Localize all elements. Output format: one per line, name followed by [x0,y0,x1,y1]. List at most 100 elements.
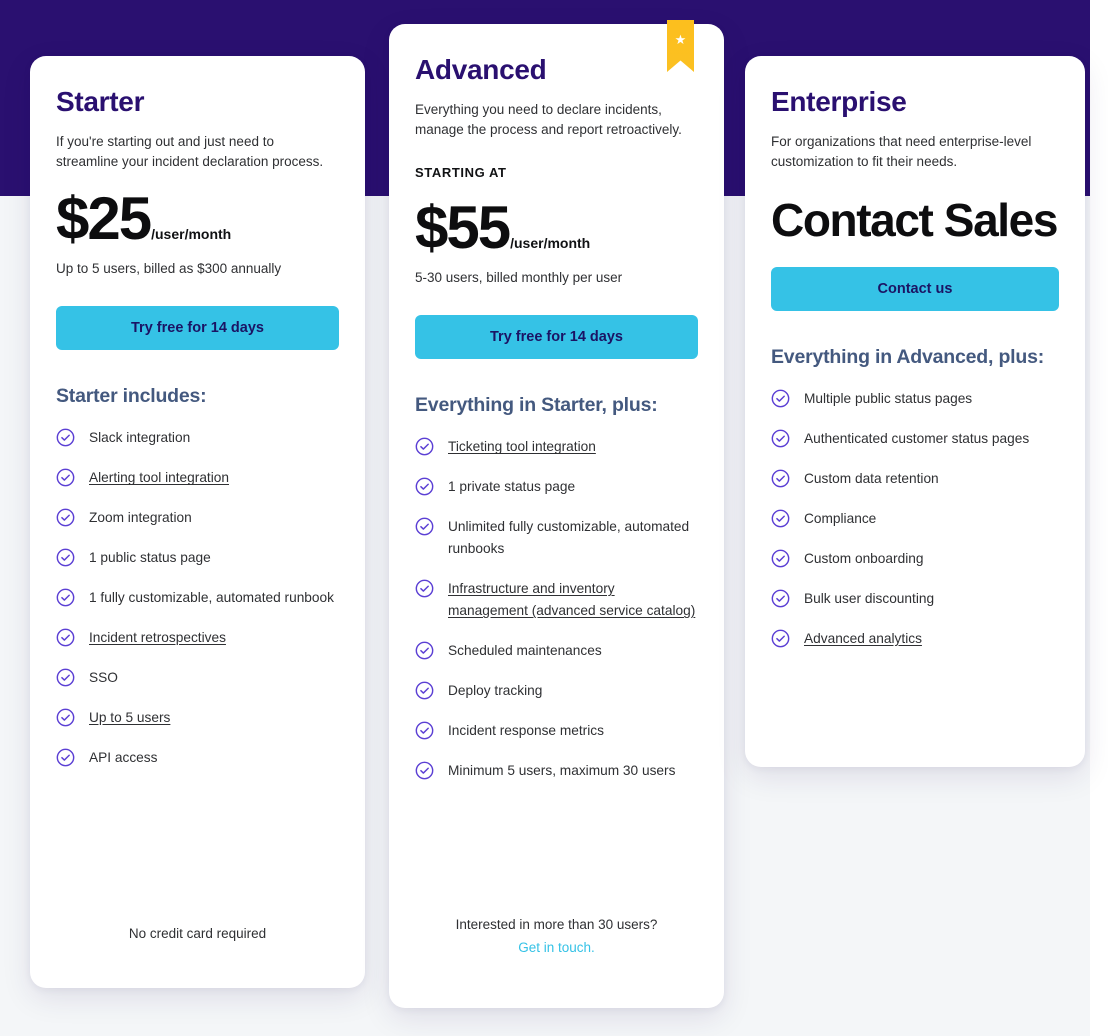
starting-at-label: STARTING AT [415,165,507,181]
price-unit: /user/month [510,235,591,252]
star-icon: ★ [674,32,687,47]
feature-label: Slack integration [89,430,191,446]
check-circle-icon [56,428,75,447]
feature-item: Ticketing tool integration [415,436,698,458]
pricing-card-enterprise: Enterprise For organizations that need e… [745,56,1085,767]
feature-item: Alerting tool integration [56,467,339,489]
feature-item: Deploy tracking [415,680,698,702]
check-circle-icon [56,468,75,487]
feature-label-link[interactable]: Infrastructure and inventory management … [448,578,698,622]
feature-label: Custom onboarding [804,551,924,567]
check-circle-icon [415,517,434,536]
feature-label: Bulk user discounting [804,591,935,607]
check-circle-icon [771,389,790,408]
feature-label: Deploy tracking [448,682,543,698]
includes-heading: Everything in Starter, plus: [415,394,658,417]
check-circle-icon [771,509,790,528]
feature-list-enterprise: Multiple public status pages Authenticat… [771,388,1059,649]
feature-item: 1 private status page [415,476,698,498]
feature-label: Minimum 5 users, maximum 30 users [448,762,676,778]
price-amount: $25 [56,185,152,253]
plan-name: Enterprise [771,86,907,117]
check-circle-icon [415,579,434,598]
check-circle-icon [56,628,75,647]
price-note: 5-30 users, billed monthly per user [415,270,623,286]
feature-item: Infrastructure and inventory management … [415,578,698,622]
feature-item: Custom data retention [771,468,1059,490]
feature-item: 1 public status page [56,547,339,569]
plan-name: Starter [56,86,145,117]
check-circle-icon [415,437,434,456]
price-amount: $55 [415,194,511,262]
check-circle-icon [771,549,790,568]
check-circle-icon [415,721,434,740]
check-circle-icon [56,668,75,687]
pricing-card-grid: Starter If you're starting out and just … [0,0,1108,1036]
get-in-touch-link[interactable]: Get in touch. [518,940,595,955]
includes-heading: Starter includes: [56,385,207,408]
feature-item: SSO [56,667,339,689]
feature-item: Minimum 5 users, maximum 30 users [415,760,698,782]
feature-label: Custom data retention [804,471,939,487]
feature-label: Scheduled maintenances [448,643,602,658]
plan-description: For organizations that need enterprise-l… [771,134,1032,169]
feature-label: SSO [89,670,118,685]
feature-item: Incident retrospectives [56,627,339,649]
price-row: $55 /user/month [415,198,698,258]
feature-list-starter: Slack integration Alerting tool integrat… [56,427,339,768]
card-footer-starter: No credit card required [56,923,339,946]
contact-us-button[interactable]: Contact us [771,267,1059,312]
feature-label: Zoom integration [89,510,192,526]
feature-label: API access [89,749,158,765]
feature-label: Unlimited fully customizable, automated … [448,519,690,557]
check-circle-icon [415,477,434,496]
plan-description: If you're starting out and just need to … [56,134,324,169]
feature-label-link[interactable]: Incident retrospectives [89,627,226,649]
feature-label: Multiple public status pages [804,391,973,407]
check-circle-icon [56,588,75,607]
pricing-card-advanced: ★ Advanced Everything you need to declar… [389,20,724,1008]
pricing-card-starter: Starter If you're starting out and just … [30,56,365,988]
feature-item: Up to 5 users [56,707,339,729]
footer-text: Interested in more than 30 users? [455,917,658,933]
feature-label: Incident response metrics [448,722,604,738]
contact-sales-heading: Contact Sales [771,194,1058,247]
check-circle-icon [415,681,434,700]
feature-item: API access [56,747,339,769]
feature-label: 1 public status page [89,550,211,566]
feature-item: Slack integration [56,427,339,449]
price-unit: /user/month [151,226,232,243]
feature-label: 1 fully customizable, automated runbook [89,590,334,606]
try-free-button-starter[interactable]: Try free for 14 days [56,306,339,351]
price-note: Up to 5 users, billed as $300 annually [56,261,282,277]
feature-item: Scheduled maintenances [415,640,698,662]
check-circle-icon [771,429,790,448]
plan-name: Advanced [415,54,547,85]
check-circle-icon [415,761,434,780]
feature-item: Zoom integration [56,507,339,529]
check-circle-icon [56,548,75,567]
feature-label-link[interactable]: Alerting tool integration [89,467,229,489]
check-circle-icon [56,708,75,727]
feature-item: 1 fully customizable, automated runbook [56,587,339,609]
check-circle-icon [771,629,790,648]
feature-item: Unlimited fully customizable, automated … [415,516,698,560]
feature-item: Custom onboarding [771,548,1059,570]
feature-label-link[interactable]: Ticketing tool integration [448,436,596,458]
check-circle-icon [415,641,434,660]
feature-item: Authenticated customer status pages [771,428,1059,450]
feature-label-link[interactable]: Up to 5 users [89,707,170,729]
feature-item: Compliance [771,508,1059,530]
includes-heading: Everything in Advanced, plus: [771,346,1045,369]
card-footer-advanced: Interested in more than 30 users? Get in… [415,914,698,960]
price-row: $25 /user/month [56,189,339,249]
try-free-button-advanced[interactable]: Try free for 14 days [415,315,698,360]
feature-label: 1 private status page [448,479,576,495]
check-circle-icon [771,589,790,608]
feature-item: Bulk user discounting [771,588,1059,610]
check-circle-icon [56,508,75,527]
check-circle-icon [771,469,790,488]
feature-label: Authenticated customer status pages [804,431,1030,447]
feature-label-link[interactable]: Advanced analytics [804,628,922,650]
feature-item: Advanced analytics [771,628,1059,650]
